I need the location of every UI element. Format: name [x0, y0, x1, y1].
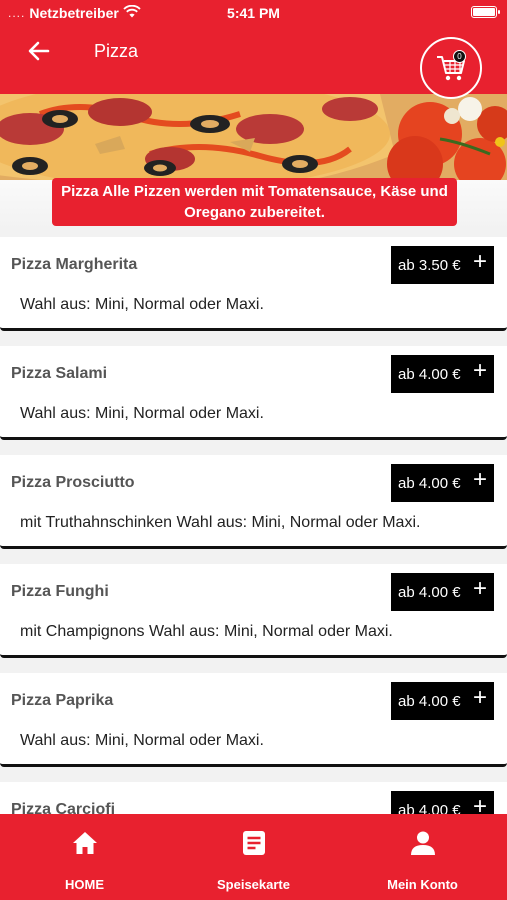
plus-icon: + — [472, 466, 487, 493]
add-to-cart-button[interactable]: ab 4.00 € + — [391, 355, 494, 393]
plus-icon: + — [472, 248, 487, 275]
nav-item-speisekarte[interactable]: Speisekarte — [169, 814, 338, 900]
menu-list: Pizza Margherita ab 3.50 € + Wahl aus: Mi… — [0, 237, 507, 891]
menu-item-card: Pizza Margherita ab 3.50 € + Wahl aus: Mi… — [0, 237, 507, 331]
nav-label: HOME — [65, 877, 104, 892]
menu-item-description: mit Champignons Wahl aus: Mini, Normal o… — [20, 623, 393, 640]
add-to-cart-button[interactable]: ab 4.00 € + — [391, 573, 494, 611]
status-time: 5:41 PM — [227, 5, 280, 21]
price-label: ab 3.50 € — [398, 256, 461, 274]
user-icon — [410, 828, 436, 858]
page-title: Pizza — [94, 41, 139, 61]
add-to-cart-button[interactable]: ab 4.00 € + — [391, 464, 494, 502]
plus-icon: + — [472, 575, 487, 602]
arrow-left-icon — [28, 41, 50, 61]
status-bar: .... Netzbetreiber 5:41 PM — [0, 0, 507, 26]
menu-item-paprika: Pizza Paprika ab 4.00 € + Wahl aus: Mini,… — [0, 673, 507, 782]
nav-item-mein-konto[interactable]: Mein Konto — [338, 814, 507, 900]
menu-item-description: Wahl aus: Mini, Normal oder Maxi. — [20, 405, 264, 422]
category-info-box: Pizza Alle Pizzen werden mit Tomatensauc… — [52, 178, 457, 226]
price-label: ab 4.00 € — [398, 583, 461, 601]
back-button[interactable] — [26, 38, 52, 64]
price-label: ab 4.00 € — [398, 365, 461, 383]
nav-label: Mein Konto — [387, 877, 458, 892]
plus-icon: + — [472, 684, 487, 711]
menu-item-description: Wahl aus: Mini, Normal oder Maxi. — [20, 296, 264, 313]
add-to-cart-button[interactable]: ab 3.50 € + — [391, 246, 494, 284]
home-icon — [72, 828, 98, 858]
menu-item-salami: Pizza Salami ab 4.00 € + Wahl aus: Mini, … — [0, 346, 507, 455]
price-label: ab 4.00 € — [398, 692, 461, 710]
plus-icon: + — [472, 357, 487, 384]
menu-item-card: Pizza Funghi ab 4.00 € + mit Champignons … — [0, 564, 507, 658]
nav-item-home[interactable]: HOME — [0, 814, 169, 900]
menu-item-name: Pizza Margherita — [11, 256, 138, 273]
menu-item-card: Pizza Paprika ab 4.00 € + Wahl aus: Mini,… — [0, 673, 507, 767]
menu-item-name: Pizza Prosciutto — [11, 474, 135, 491]
menu-item-name: Pizza Salami — [11, 365, 108, 382]
menu-item-card: Pizza Prosciutto ab 4.00 € + mit Truthahn… — [0, 455, 507, 549]
battery-icon — [471, 6, 500, 18]
menu-item-name: Pizza Funghi — [11, 583, 109, 600]
price-label: ab 4.00 € — [398, 474, 461, 492]
menu-card-icon — [242, 828, 266, 858]
menu-item-description: mit Truthahnschinken Wahl aus: Mini, Nor… — [20, 514, 421, 531]
menu-item-name: Pizza Paprika — [11, 692, 114, 709]
nav-label: Speisekarte — [217, 877, 290, 892]
cart-count-badge: 0 — [453, 50, 466, 63]
add-to-cart-button[interactable]: ab 4.00 € + — [391, 682, 494, 720]
bottom-navigation: HOME Speisekarte Mein Konto — [0, 814, 507, 900]
menu-item-prosciutto: Pizza Prosciutto ab 4.00 € + mit Truthahn… — [0, 455, 507, 564]
menu-item-margherita: Pizza Margherita ab 3.50 € + Wahl aus: Mi… — [0, 237, 507, 346]
menu-item-description: Wahl aus: Mini, Normal oder Maxi. — [20, 732, 264, 749]
menu-item-funghi: Pizza Funghi ab 4.00 € + mit Champignons … — [0, 564, 507, 673]
cart-button[interactable]: 0 — [420, 37, 482, 99]
menu-item-card: Pizza Salami ab 4.00 € + Wahl aus: Mini, … — [0, 346, 507, 440]
